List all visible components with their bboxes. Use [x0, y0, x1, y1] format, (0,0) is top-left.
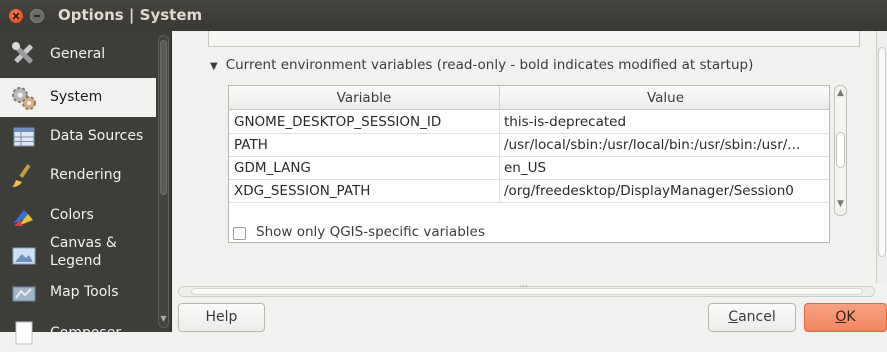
- sidebar-item-label: Composer: [50, 325, 122, 341]
- window-title: Options | System: [58, 6, 203, 24]
- sidebar-item-label: Rendering: [50, 167, 122, 183]
- sidebar-scrollbar[interactable]: ▼: [158, 35, 169, 328]
- tools-icon: [10, 41, 38, 67]
- sidebar-item-label: Data Sources: [50, 128, 144, 144]
- ok-button[interactable]: OK: [804, 303, 887, 332]
- sidebar-item-label: System: [50, 89, 103, 105]
- sidebar-item-canvas-legend[interactable]: Canvas & Legend: [0, 234, 156, 276]
- collapse-triangle-icon[interactable]: ▼: [210, 61, 218, 72]
- sidebar-item-general[interactable]: General: [0, 35, 156, 74]
- table-scrollbar[interactable]: ▲ ▼: [834, 85, 847, 216]
- cell-variable: GDM_LANG: [229, 157, 500, 179]
- table-scroll-thumb[interactable]: [836, 132, 845, 168]
- gears-icon: [10, 85, 38, 111]
- cell-variable: PATH: [229, 134, 500, 156]
- close-window-button[interactable]: [9, 9, 23, 23]
- table-icon: [10, 124, 38, 150]
- table-row[interactable]: XDG_SESSION_PATH /org/freedesktop/Displa…: [229, 180, 829, 203]
- map-tools-icon: [10, 281, 38, 307]
- canvas-icon: [10, 243, 38, 269]
- chevron-up-icon[interactable]: ▲: [835, 88, 846, 98]
- qgis-only-checkbox-label[interactable]: Show only QGIS-specific variables: [256, 224, 485, 240]
- cell-value: en_US: [504, 160, 547, 176]
- sidebar-item-label-line2: Legend: [50, 253, 102, 269]
- sidebar-item-map-tools[interactable]: Map Tools: [0, 274, 156, 313]
- sidebar-item-label: Colors: [50, 207, 94, 223]
- env-variables-table[interactable]: Variable Value GNOME_DESKTOP_SESSION_ID …: [228, 85, 830, 243]
- cell-variable: XDG_SESSION_PATH: [229, 180, 500, 202]
- grip-icon: ⋯: [519, 282, 528, 292]
- sidebar-item-label: General: [50, 46, 106, 62]
- cell-value: this-is-deprecated: [504, 114, 627, 130]
- table-row[interactable]: GDM_LANG en_US: [229, 157, 829, 180]
- panel-vertical-scrollbar[interactable]: [876, 31, 887, 283]
- palette-icon: [10, 204, 38, 230]
- sidebar-item-colors[interactable]: Colors: [0, 195, 156, 234]
- minimize-window-button[interactable]: [30, 9, 44, 23]
- cell-variable: GNOME_DESKTOP_SESSION_ID: [229, 111, 500, 133]
- help-button[interactable]: Help: [178, 303, 265, 332]
- sidebar-item-composer[interactable]: Composer: [0, 313, 156, 352]
- table-row[interactable]: PATH /usr/local/sbin:/usr/local/bin:/usr…: [229, 134, 829, 157]
- cell-value: /usr/local/sbin:/usr/local/bin:/usr/sbin…: [504, 137, 801, 153]
- chevron-down-icon[interactable]: ▼: [835, 199, 846, 209]
- upper-groupbox-edge: [208, 31, 860, 47]
- env-section-header[interactable]: ▼ Current environment variables (read-onl…: [210, 57, 753, 73]
- composer-icon: [10, 319, 38, 345]
- column-header-variable[interactable]: Variable: [229, 86, 500, 110]
- cell-value: /org/freedesktop/DisplayManager/Session0: [504, 183, 794, 199]
- panel-scroll-thumb[interactable]: [878, 47, 886, 257]
- sidebar-item-system[interactable]: System: [0, 78, 156, 117]
- sidebar-item-label: Canvas &: [50, 235, 117, 251]
- sidebar-item-data-sources[interactable]: Data Sources: [0, 117, 156, 156]
- options-sidebar: General System Data Sources Rendering Co…: [0, 31, 172, 345]
- qgis-only-checkbox[interactable]: [233, 227, 246, 240]
- table-row[interactable]: GNOME_DESKTOP_SESSION_ID this-is-depreca…: [229, 111, 829, 134]
- env-section-heading: Current environment variables (read-only…: [225, 57, 754, 73]
- sidebar-item-rendering[interactable]: Rendering: [0, 156, 156, 195]
- title-bar: Options | System: [0, 0, 887, 31]
- cancel-button[interactable]: Cancel: [708, 303, 796, 332]
- brush-icon: [10, 163, 38, 189]
- chevron-down-icon[interactable]: ▼: [159, 314, 168, 323]
- system-options-panel: ▼ Current environment variables (read-onl…: [172, 31, 887, 332]
- column-header-value[interactable]: Value: [500, 86, 829, 110]
- sidebar-scroll-thumb[interactable]: [160, 40, 167, 195]
- panel-horizontal-scrollbar[interactable]: ⋯: [178, 282, 875, 297]
- sidebar-item-label: Map Tools: [50, 284, 119, 300]
- options-window: Options | System General System Data Sou…: [0, 0, 887, 345]
